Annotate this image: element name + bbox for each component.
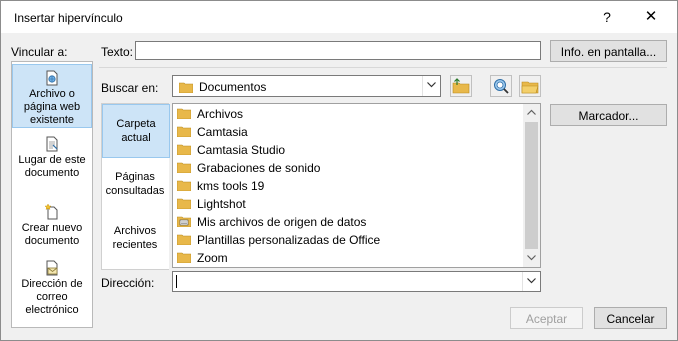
look-in-label: Buscar en: (101, 81, 159, 95)
link-to-label: Vincular a: (11, 45, 68, 59)
ok-button[interactable]: Aceptar (510, 307, 583, 329)
up-one-folder-button[interactable] (450, 75, 472, 97)
insert-hyperlink-dialog: Insertar hipervínculo ? ✕ Vincular a: Ar… (0, 0, 678, 341)
place-browsed-line2: consultadas (105, 185, 165, 197)
folder-icon (177, 108, 191, 119)
browse-file-icon (521, 81, 539, 94)
file-name: Grabaciones de sonido (197, 161, 321, 175)
folder-icon (177, 252, 191, 263)
folder-icon (177, 126, 191, 137)
file-name: Mis archivos de origen de datos (197, 215, 367, 229)
link-email-address[interactable]: Dirección de correo electrónico (13, 260, 91, 322)
browse-web-icon (494, 79, 509, 94)
link-create-new-document[interactable]: Crear nuevo documento (13, 204, 91, 254)
file-list-scrollbar[interactable] (523, 104, 540, 267)
file-name: Plantillas personalizadas de Office (197, 233, 381, 247)
place-recent-line2: recientes (112, 239, 158, 251)
folder-icon (177, 180, 191, 191)
link-new-line1: Crear nuevo (21, 222, 83, 234)
look-in-dropdown-arrow[interactable] (422, 76, 440, 96)
chevron-down-icon (427, 82, 436, 88)
link-email-line3: electrónico (25, 304, 79, 316)
title-bar: Insertar hipervínculo ? ✕ (1, 1, 677, 33)
link-existing-line2: página web (23, 101, 81, 113)
cancel-button[interactable]: Cancelar (594, 307, 667, 329)
link-email-line1: Dirección de (21, 278, 83, 290)
folder-icon (177, 198, 191, 209)
chevron-down-icon (527, 255, 536, 261)
link-new-line2: documento (24, 235, 80, 247)
chevron-down-icon (527, 278, 536, 284)
separator (99, 67, 667, 68)
link-existing-file-web-page[interactable]: Archivo o página web existente (12, 64, 92, 128)
folder-icon (177, 162, 191, 173)
text-label: Texto: (101, 45, 134, 59)
file-list[interactable]: Archivos Camtasia Camtasia Studio Grabac… (172, 103, 541, 268)
text-cursor (176, 275, 177, 288)
places-bar: Carpeta actual Páginas consultadas Archi… (101, 103, 170, 270)
look-in-value: Documentos (199, 80, 267, 94)
folder-icon (179, 82, 193, 93)
list-item[interactable]: Archivos (177, 105, 243, 123)
document-place-icon (46, 136, 58, 152)
place-browsed-pages[interactable]: Páginas consultadas (102, 170, 168, 204)
link-existing-line1: Archivo o (29, 88, 75, 100)
place-current-line1: Carpeta (116, 118, 156, 130)
file-name: Archivos (197, 107, 244, 121)
place-recent-files[interactable]: Archivos recientes (102, 224, 168, 258)
place-recent-line1: Archivos (113, 225, 157, 237)
scroll-up-button[interactable] (523, 104, 540, 121)
folder-icon (177, 144, 191, 155)
text-to-display-input[interactable] (135, 41, 541, 60)
link-place-line1: Lugar de este (18, 154, 86, 166)
browse-file-button[interactable] (519, 75, 541, 97)
help-button[interactable]: ? (585, 5, 629, 29)
file-name: Lightshot (197, 197, 246, 211)
screentip-button[interactable]: Info. en pantalla... (550, 40, 667, 62)
look-in-dropdown[interactable]: Documentos (172, 75, 441, 97)
place-current-line2: actual (121, 132, 151, 144)
scroll-down-button[interactable] (523, 250, 540, 267)
address-label: Dirección: (101, 276, 155, 290)
file-name: Zoom (197, 251, 228, 265)
list-item[interactable]: Mis archivos de origen de datos (177, 213, 366, 231)
dialog-title: Insertar hipervínculo (14, 11, 123, 25)
list-item[interactable]: Plantillas personalizadas de Office (177, 231, 380, 249)
scroll-thumb[interactable] (525, 122, 538, 249)
link-email-line2: correo (36, 291, 68, 303)
file-name: kms tools 19 (197, 179, 265, 193)
chevron-up-icon (527, 109, 536, 115)
data-source-folder-icon (177, 216, 191, 227)
address-input[interactable] (172, 271, 541, 292)
place-browsed-line1: Páginas (115, 171, 155, 183)
web-file-icon (46, 70, 58, 86)
bookmark-button[interactable]: Marcador... (550, 104, 667, 126)
list-item[interactable]: Camtasia (177, 123, 248, 141)
close-button[interactable]: ✕ (629, 5, 673, 29)
list-item[interactable]: Camtasia Studio (177, 141, 285, 159)
new-document-icon (44, 204, 58, 220)
email-icon (46, 260, 58, 276)
browse-web-button[interactable] (490, 75, 512, 97)
address-dropdown-arrow[interactable] (522, 272, 540, 291)
list-item[interactable]: kms tools 19 (177, 177, 264, 195)
link-place-in-document[interactable]: Lugar de este documento (13, 136, 91, 186)
folder-icon (177, 234, 191, 245)
place-current-folder[interactable]: Carpeta actual (102, 104, 170, 158)
file-name: Camtasia Studio (197, 143, 286, 157)
list-item[interactable]: Lightshot (177, 195, 246, 213)
file-name: Camtasia (197, 125, 248, 139)
link-existing-line3: existente (29, 114, 75, 126)
list-item[interactable]: Zoom (177, 249, 228, 267)
link-to-bar: Archivo o página web existente Lugar de … (11, 61, 93, 328)
link-place-line2: documento (24, 167, 80, 179)
folder-up-icon (452, 78, 470, 94)
list-item[interactable]: Grabaciones de sonido (177, 159, 320, 177)
